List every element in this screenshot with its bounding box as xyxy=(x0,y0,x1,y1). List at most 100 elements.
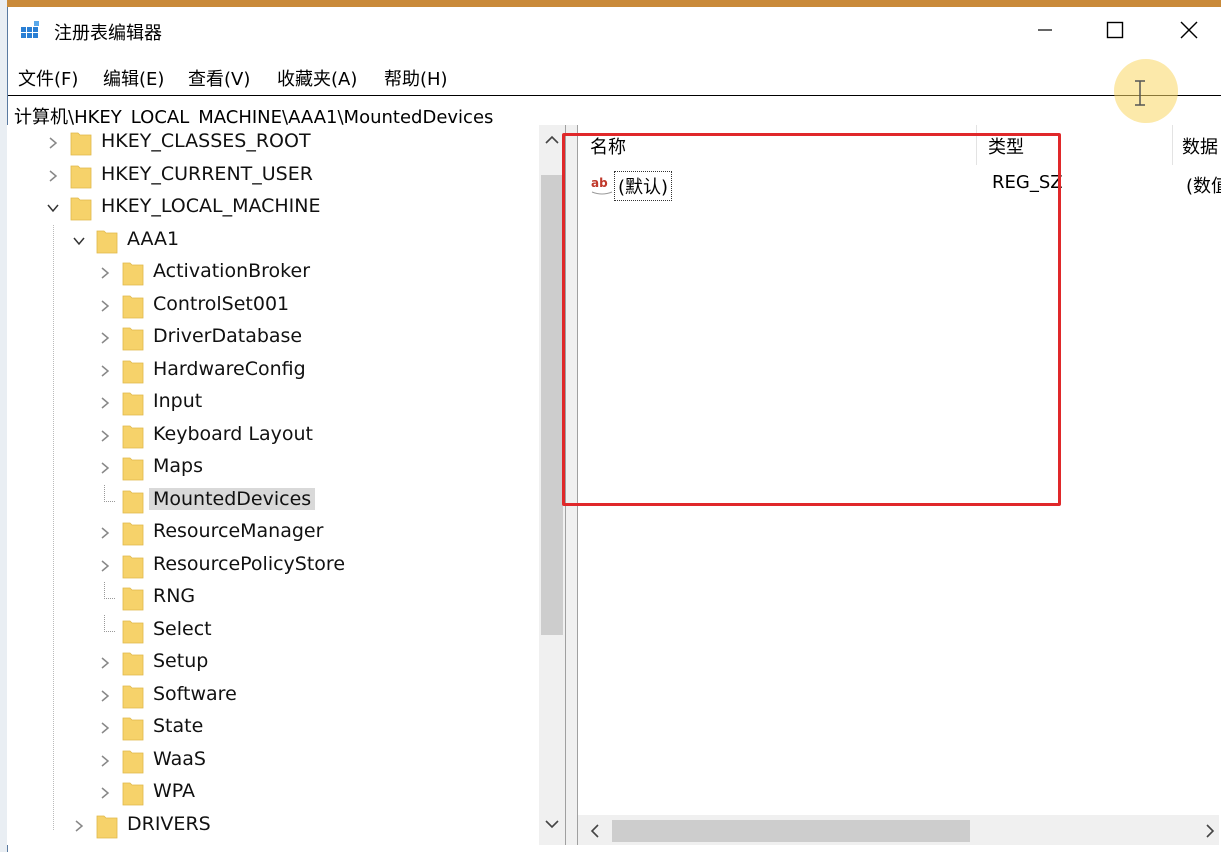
title-bar[interactable]: 注册表编辑器 xyxy=(8,7,1221,53)
values-pane[interactable]: 名称 类型 数据 ab (默认) REG_SZ (数值未设置) xyxy=(578,125,1221,845)
tree-item-label: HKEY_CLASSES_ROOT xyxy=(101,130,311,152)
chevron-right-icon[interactable] xyxy=(99,527,111,539)
chevron-right-icon[interactable] xyxy=(99,755,111,767)
folder-icon xyxy=(122,717,144,741)
tree-guide-line xyxy=(53,225,54,830)
values-scroll-thumb[interactable] xyxy=(612,820,970,842)
tree-item[interactable]: ResourcePolicyStore xyxy=(7,550,565,582)
folder-icon xyxy=(122,782,144,806)
tree-item[interactable]: MountedDevices xyxy=(7,485,565,517)
chevron-right-icon[interactable] xyxy=(99,657,111,669)
tree-item[interactable]: HardwareConfig xyxy=(7,355,565,387)
tree-item-label: WPA xyxy=(153,780,196,802)
chevron-right-icon[interactable] xyxy=(99,430,111,442)
column-separator[interactable] xyxy=(1172,125,1173,165)
tree-item[interactable]: WaaS xyxy=(7,745,565,777)
chevron-right-icon[interactable] xyxy=(99,332,111,344)
folder-icon xyxy=(70,165,92,189)
tree-item[interactable]: HKEY_CURRENT_USER xyxy=(7,160,565,192)
chevron-right-icon[interactable] xyxy=(99,365,111,377)
column-separator[interactable] xyxy=(976,125,977,165)
tree-item[interactable]: DRIVERS xyxy=(7,810,565,842)
chevron-right-icon[interactable] xyxy=(73,820,85,832)
tree-item[interactable]: Setup xyxy=(7,647,565,679)
minimize-button[interactable] xyxy=(1010,7,1080,53)
folder-icon xyxy=(122,587,144,611)
tree-item[interactable]: Keyboard Layout xyxy=(7,420,565,452)
tree-item-label: ActivationBroker xyxy=(153,260,311,282)
registry-tree[interactable]: HKEY_CLASSES_ROOT HKEY_CURRENT_USER HKEY_L… xyxy=(7,125,565,845)
scroll-left-icon[interactable] xyxy=(590,824,600,838)
chevron-down-icon[interactable] xyxy=(73,235,85,247)
scroll-up-icon[interactable] xyxy=(545,135,559,145)
pane-splitter[interactable] xyxy=(565,125,578,845)
chevron-down-icon[interactable] xyxy=(47,202,59,214)
tree-item-label: DriverDatabase xyxy=(153,325,303,347)
chevron-right-icon[interactable] xyxy=(47,137,59,149)
folder-icon xyxy=(70,197,92,221)
scroll-down-icon[interactable] xyxy=(545,819,559,829)
tree-item-label: RNG xyxy=(153,585,196,607)
chevron-right-icon[interactable] xyxy=(47,170,59,182)
tree-connector-line xyxy=(104,615,115,632)
tree-item[interactable]: Input xyxy=(7,387,565,419)
tree-vertical-scrollbar[interactable] xyxy=(539,125,565,845)
tree-scroll-thumb[interactable] xyxy=(541,175,563,635)
folder-icon xyxy=(122,262,144,286)
menu-favorites[interactable]: 收藏夹(A) xyxy=(277,65,357,91)
folder-icon xyxy=(96,815,118,839)
window-title: 注册表编辑器 xyxy=(54,23,162,44)
tree-item-label: Setup xyxy=(153,650,209,672)
close-button[interactable] xyxy=(1154,7,1221,53)
values-horizontal-scrollbar[interactable] xyxy=(578,815,1219,845)
tree-item-label: State xyxy=(153,715,204,737)
menu-help[interactable]: 帮助(H) xyxy=(384,65,448,91)
tree-item[interactable]: Software xyxy=(7,680,565,712)
scroll-right-icon[interactable] xyxy=(1205,824,1215,838)
tree-item[interactable]: ActivationBroker xyxy=(7,257,565,289)
chevron-right-icon[interactable] xyxy=(99,462,111,474)
chevron-right-icon[interactable] xyxy=(99,690,111,702)
close-icon xyxy=(1180,21,1198,39)
tree-item[interactable]: Maps xyxy=(7,452,565,484)
text-cursor-icon xyxy=(1135,80,1145,106)
tree-item[interactable]: Select xyxy=(7,615,565,647)
chevron-right-icon[interactable] xyxy=(99,397,111,409)
column-header-data[interactable]: 数据 xyxy=(1182,133,1218,159)
folder-icon xyxy=(122,457,144,481)
chevron-right-icon[interactable] xyxy=(99,300,111,312)
tree-item-label: HKEY_CURRENT_USER xyxy=(101,163,313,185)
value-data: (数值未设置) xyxy=(1186,176,1221,197)
tree-item[interactable]: AAA1 xyxy=(7,225,565,257)
tree-item[interactable]: DriverDatabase xyxy=(7,322,565,354)
tree-item[interactable]: State xyxy=(7,712,565,744)
tree-connector-line xyxy=(104,485,115,502)
value-row[interactable]: ab (默认) REG_SZ (数值未设置) xyxy=(578,167,1221,201)
tree-item[interactable]: HKEY_LOCAL_MACHINE xyxy=(7,192,565,224)
maximize-button[interactable] xyxy=(1080,7,1150,53)
tree-item[interactable]: WPA xyxy=(7,777,565,809)
tree-item[interactable]: ResourceManager xyxy=(7,517,565,549)
tree-item-label: HKEY_LOCAL_MACHINE xyxy=(101,195,321,217)
folder-icon xyxy=(70,132,92,156)
value-name[interactable]: (默认) xyxy=(614,171,673,201)
menu-edit[interactable]: 编辑(E) xyxy=(103,65,164,91)
folder-icon xyxy=(122,652,144,676)
chevron-right-icon[interactable] xyxy=(99,722,111,734)
tree-item-label: Select xyxy=(153,618,212,640)
folder-icon xyxy=(122,685,144,709)
tree-item[interactable]: HKEY_CLASSES_ROOT xyxy=(7,127,565,159)
tree-item[interactable]: RNG xyxy=(7,582,565,614)
chevron-right-icon[interactable] xyxy=(99,560,111,572)
chevron-right-icon[interactable] xyxy=(99,787,111,799)
menu-view[interactable]: 查看(V) xyxy=(188,65,250,91)
svg-text:ab: ab xyxy=(591,176,608,190)
column-header-type[interactable]: 类型 xyxy=(988,133,1024,159)
tree-item-label: AAA1 xyxy=(127,228,180,250)
menu-file[interactable]: 文件(F) xyxy=(18,65,78,91)
chevron-right-icon[interactable] xyxy=(99,267,111,279)
tree-item[interactable]: ControlSet001 xyxy=(7,290,565,322)
column-header-name[interactable]: 名称 xyxy=(590,133,626,159)
folder-icon xyxy=(122,360,144,384)
folder-icon xyxy=(122,490,144,514)
